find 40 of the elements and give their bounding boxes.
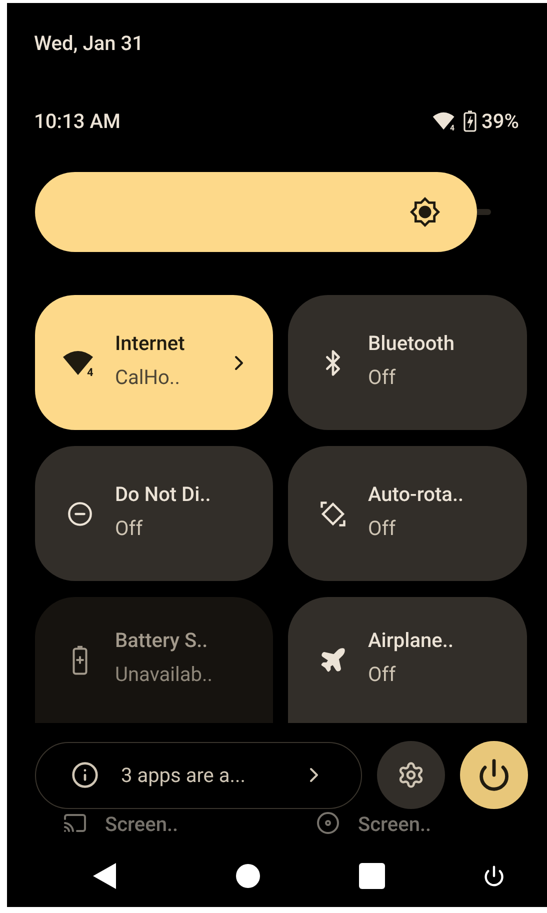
tile-title: Airplane.. xyxy=(368,627,455,654)
rotate-icon xyxy=(318,498,348,528)
settings-icon xyxy=(397,761,425,789)
record-icon xyxy=(316,811,340,835)
battery-charging-icon xyxy=(462,110,477,132)
tile-status: Off xyxy=(368,661,397,688)
home-icon[interactable] xyxy=(236,864,260,888)
clock-label: 10:13 AM xyxy=(34,111,120,131)
back-icon[interactable] xyxy=(92,862,118,890)
brightness-icon xyxy=(409,196,442,228)
quick-settings-tile[interactable]: 4 Internet CalHo.. xyxy=(35,295,273,430)
tile-status: Unavailab.. xyxy=(115,661,214,688)
quick-settings-tile[interactable]: Auto-rota.. Off xyxy=(288,446,527,581)
tile-title: Screen.. xyxy=(105,811,178,838)
power-icon[interactable] xyxy=(482,865,505,887)
airplane-icon xyxy=(319,646,347,674)
tile-title: Battery S.. xyxy=(115,627,209,654)
tile-title: Screen.. xyxy=(358,811,432,838)
power-icon xyxy=(477,758,511,792)
tile-title: Bluetooth xyxy=(368,330,456,356)
tile-status: Off xyxy=(368,514,397,542)
slider-track xyxy=(477,209,491,215)
running-apps-button[interactable]: 3 apps are a... xyxy=(35,742,362,808)
recents-icon[interactable] xyxy=(358,863,385,889)
tile-title: Do Not Di.. xyxy=(115,480,212,508)
info-icon xyxy=(71,761,99,789)
minus-circle-icon xyxy=(67,500,93,526)
tile-status: CalHo.. xyxy=(115,364,181,390)
quick-settings-tile[interactable]: Bluetooth Off xyxy=(288,295,527,430)
date-label: Wed, Jan 31 xyxy=(34,33,144,53)
cast-icon xyxy=(63,811,87,835)
battery-percent: 39% xyxy=(482,111,519,131)
quick-settings-tile[interactable]: Airplane.. Off xyxy=(288,597,527,723)
tile-title: Auto-rota.. xyxy=(368,480,465,508)
tile-status: Off xyxy=(115,514,144,542)
battery-plus-icon xyxy=(70,645,90,675)
network-type-label: 4 xyxy=(87,366,94,376)
tile-status: Off xyxy=(368,364,397,390)
tile-title: Internet xyxy=(115,330,186,356)
quick-settings-tile[interactable]: Do Not Di.. Off xyxy=(35,446,273,581)
